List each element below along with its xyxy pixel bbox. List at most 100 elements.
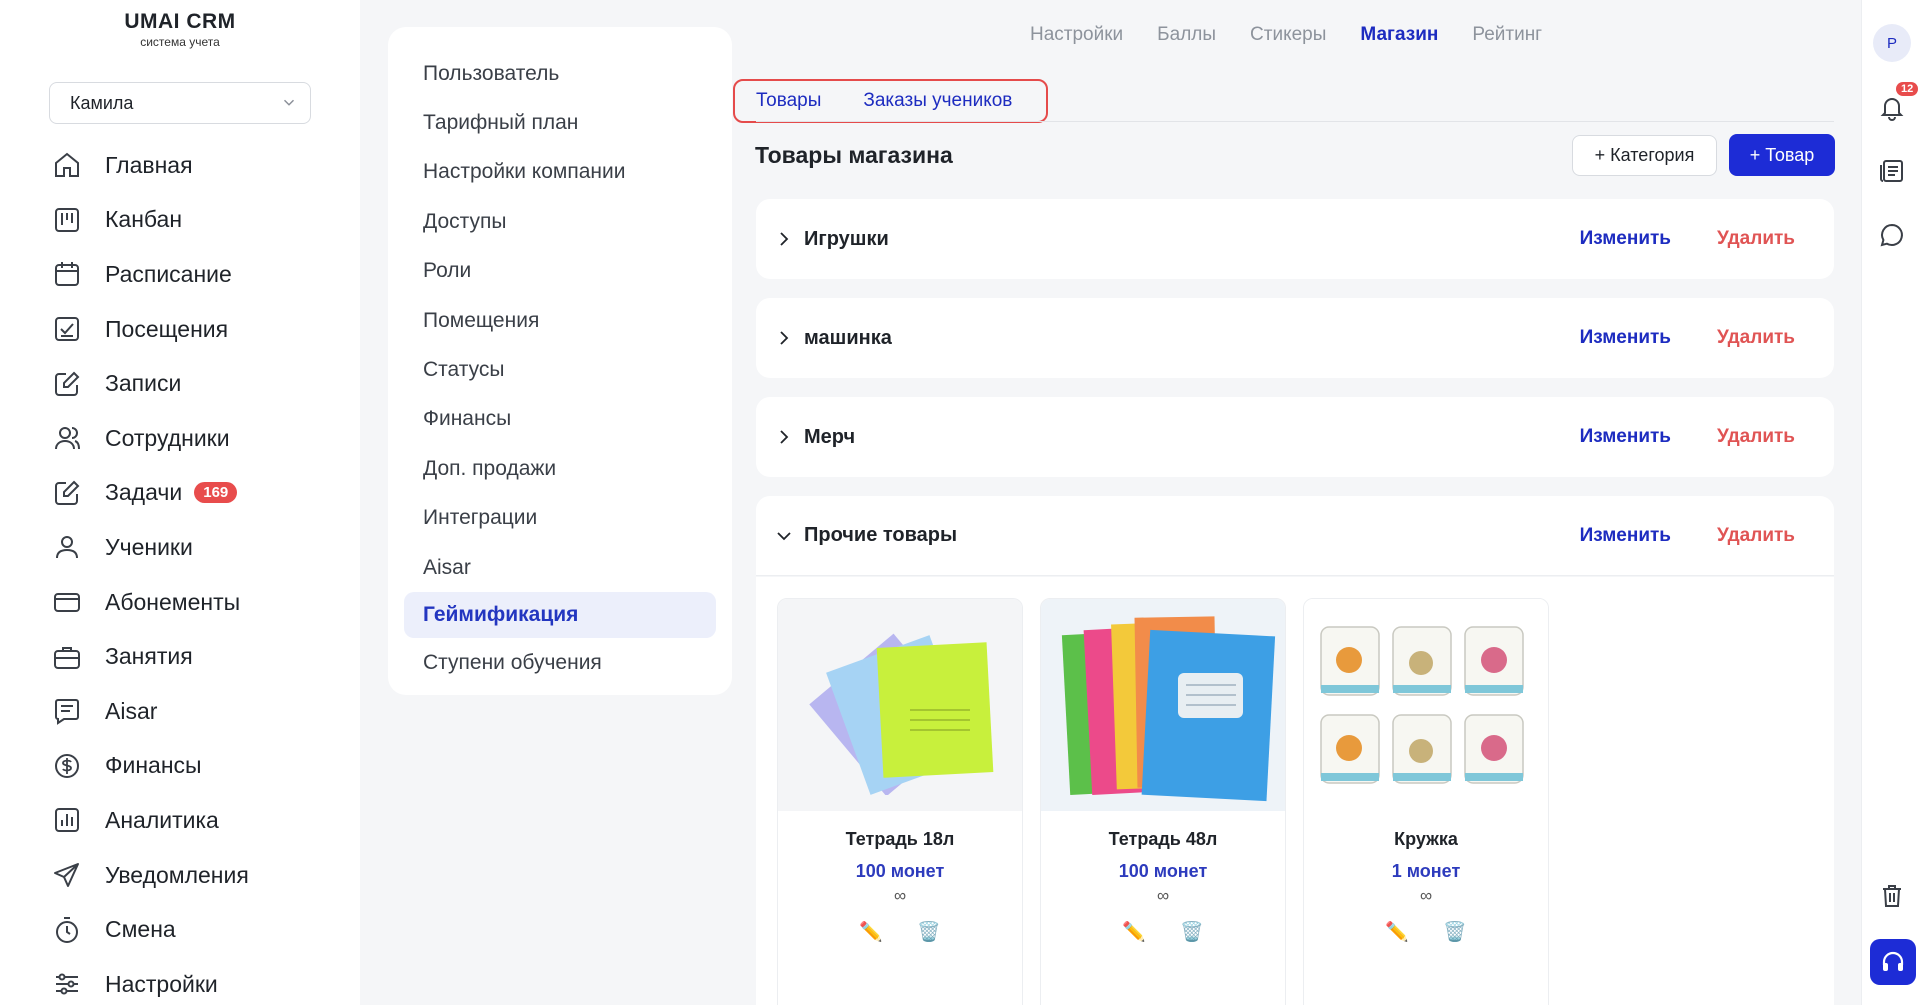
delete-category-button[interactable]: Удалить: [1717, 327, 1795, 349]
nav-item-aisar[interactable]: Aisar: [0, 684, 360, 739]
settings-item-roles[interactable]: Роли: [388, 247, 732, 296]
product-card[interactable]: Тетрадь 18л 100 монет ∞ ✏️ 🗑️: [777, 598, 1023, 1005]
analytics-icon: [55, 808, 79, 833]
staff-icon: [55, 427, 80, 450]
pencil-icon[interactable]: ✏️: [1385, 920, 1409, 944]
kanban-icon: [55, 207, 79, 232]
avatar[interactable]: Р: [1873, 24, 1911, 62]
tasks-count-badge: 169: [194, 482, 238, 504]
nav-label: Aisar: [105, 697, 158, 724]
chat-icon[interactable]: [1878, 221, 1906, 249]
settings-item-rooms[interactable]: Помещения: [388, 296, 732, 345]
nav-item-analytics[interactable]: Аналитика: [0, 793, 360, 848]
settings-item-finance[interactable]: Финансы: [388, 395, 732, 444]
dollar-icon: [55, 753, 79, 778]
product-name: Тетрадь 18л: [845, 829, 955, 849]
nav-item-schedule[interactable]: Расписание: [0, 247, 360, 302]
settings-item-statuses[interactable]: Статусы: [388, 345, 732, 394]
settings-item-aisar[interactable]: Aisar: [388, 543, 732, 592]
nav-item-lessons[interactable]: Занятия: [0, 629, 360, 684]
trash-icon[interactable]: 🗑️: [1180, 920, 1204, 944]
page-title: Товары магазина: [755, 142, 953, 168]
chat-list-icon: [55, 699, 79, 726]
trash-icon[interactable]: [1878, 882, 1906, 910]
user-select[interactable]: Камила: [49, 82, 311, 124]
nav-item-records[interactable]: Записи: [0, 356, 360, 411]
category-row[interactable]: Мерч Изменить Удалить: [756, 397, 1834, 477]
home-icon: [55, 153, 79, 178]
trash-icon[interactable]: 🗑️: [917, 920, 941, 944]
settings-item-levels[interactable]: Ступени обучения: [388, 638, 732, 687]
nav-label: Записи: [105, 370, 182, 397]
settings-item-company[interactable]: Настройки компании: [388, 148, 732, 197]
delete-category-button[interactable]: Удалить: [1717, 426, 1795, 448]
chevron-right-icon[interactable]: [776, 330, 792, 346]
pencil-icon[interactable]: ✏️: [1122, 920, 1146, 944]
delete-category-button[interactable]: Удалить: [1717, 525, 1795, 547]
product-actions: ✏️ 🗑️: [1041, 920, 1285, 944]
product-price: 100 монет: [855, 861, 945, 881]
nav-item-finance[interactable]: Финансы: [0, 739, 360, 794]
nav-item-settings[interactable]: Настройки: [0, 957, 360, 1005]
settings-item-gamification[interactable]: Геймификация: [404, 592, 716, 639]
product-image: [1041, 599, 1285, 811]
tab-rating[interactable]: Рейтинг: [1472, 24, 1542, 46]
category-name: Игрушки: [804, 227, 889, 250]
settings-item-upsell[interactable]: Доп. продажи: [388, 444, 732, 493]
chevron-right-icon[interactable]: [776, 231, 792, 247]
tab-products[interactable]: Товары: [756, 90, 821, 112]
tab-shop[interactable]: Магазин: [1360, 24, 1438, 46]
product-actions: ✏️ 🗑️: [1304, 920, 1548, 944]
edit-category-button[interactable]: Изменить: [1580, 525, 1671, 547]
edit-category-button[interactable]: Изменить: [1580, 327, 1671, 349]
product-card[interactable]: Кружка 1 монет ∞ ✏️ 🗑️: [1303, 598, 1549, 1005]
nav-label: Финансы: [105, 752, 202, 779]
nav-label: Уведомления: [105, 861, 249, 888]
trash-icon[interactable]: 🗑️: [1443, 920, 1467, 944]
nav-label: Занятия: [105, 643, 193, 670]
settings-item-tariff[interactable]: Тарифный план: [388, 98, 732, 147]
chevron-right-icon[interactable]: [776, 429, 792, 445]
delete-category-button[interactable]: Удалить: [1717, 228, 1795, 250]
tab-student-orders[interactable]: Заказы учеников: [863, 90, 1012, 112]
edit-category-button[interactable]: Изменить: [1580, 426, 1671, 448]
nav-item-notifications[interactable]: Уведомления: [0, 848, 360, 903]
nav-item-home[interactable]: Главная: [0, 138, 360, 193]
category-row-expanded[interactable]: Прочие товары Изменить Удалить: [756, 496, 1834, 576]
nav-item-students[interactable]: Ученики: [0, 520, 360, 575]
edit-category-button[interactable]: Изменить: [1580, 228, 1671, 250]
nav-label: Канбан: [105, 206, 183, 233]
sliders-icon: [56, 973, 78, 995]
settings-item-access[interactable]: Доступы: [388, 197, 732, 246]
settings-item-user[interactable]: Пользователь: [388, 49, 732, 98]
category-row[interactable]: машинка Изменить Удалить: [756, 298, 1834, 378]
nav-item-subscriptions[interactable]: Абонементы: [0, 575, 360, 630]
bell-icon[interactable]: [1878, 94, 1906, 122]
nav-item-kanban[interactable]: Канбан: [0, 193, 360, 248]
news-icon[interactable]: [1878, 157, 1906, 185]
add-product-button[interactable]: + Товар: [1729, 134, 1835, 176]
nav-item-attendance[interactable]: Посещения: [0, 302, 360, 357]
add-category-button[interactable]: + Категория: [1572, 135, 1717, 176]
gamification-tabs: Настройки Баллы Стикеры Магазин Рейтинг: [1030, 24, 1542, 46]
user-select-value: Камила: [70, 92, 134, 113]
support-button[interactable]: [1870, 939, 1916, 985]
product-actions: ✏️ 🗑️: [778, 920, 1022, 944]
logo[interactable]: UMAI CRM система учета: [0, 10, 360, 49]
tab-points[interactable]: Баллы: [1157, 24, 1216, 46]
calendar-icon: [55, 262, 79, 287]
nav-item-tasks[interactable]: Задачи 169: [0, 466, 360, 521]
settings-item-integrations[interactable]: Интеграции: [388, 494, 732, 543]
timer-icon: [56, 916, 78, 943]
tab-stickers[interactable]: Стикеры: [1250, 24, 1326, 46]
tab-settings[interactable]: Настройки: [1030, 24, 1123, 46]
category-row[interactable]: Игрушки Изменить Удалить: [756, 199, 1834, 279]
pencil-icon[interactable]: ✏️: [859, 920, 883, 944]
nav-item-staff[interactable]: Сотрудники: [0, 411, 360, 466]
nav-item-shift[interactable]: Смена: [0, 902, 360, 957]
product-stock: ∞: [1419, 886, 1433, 905]
notebook-image: [809, 633, 994, 795]
chevron-down-icon[interactable]: [776, 528, 792, 544]
product-card[interactable]: Тетрадь 48л 100 монет ∞ ✏️ 🗑️: [1040, 598, 1286, 1005]
notifications-badge: 12: [1896, 82, 1919, 96]
